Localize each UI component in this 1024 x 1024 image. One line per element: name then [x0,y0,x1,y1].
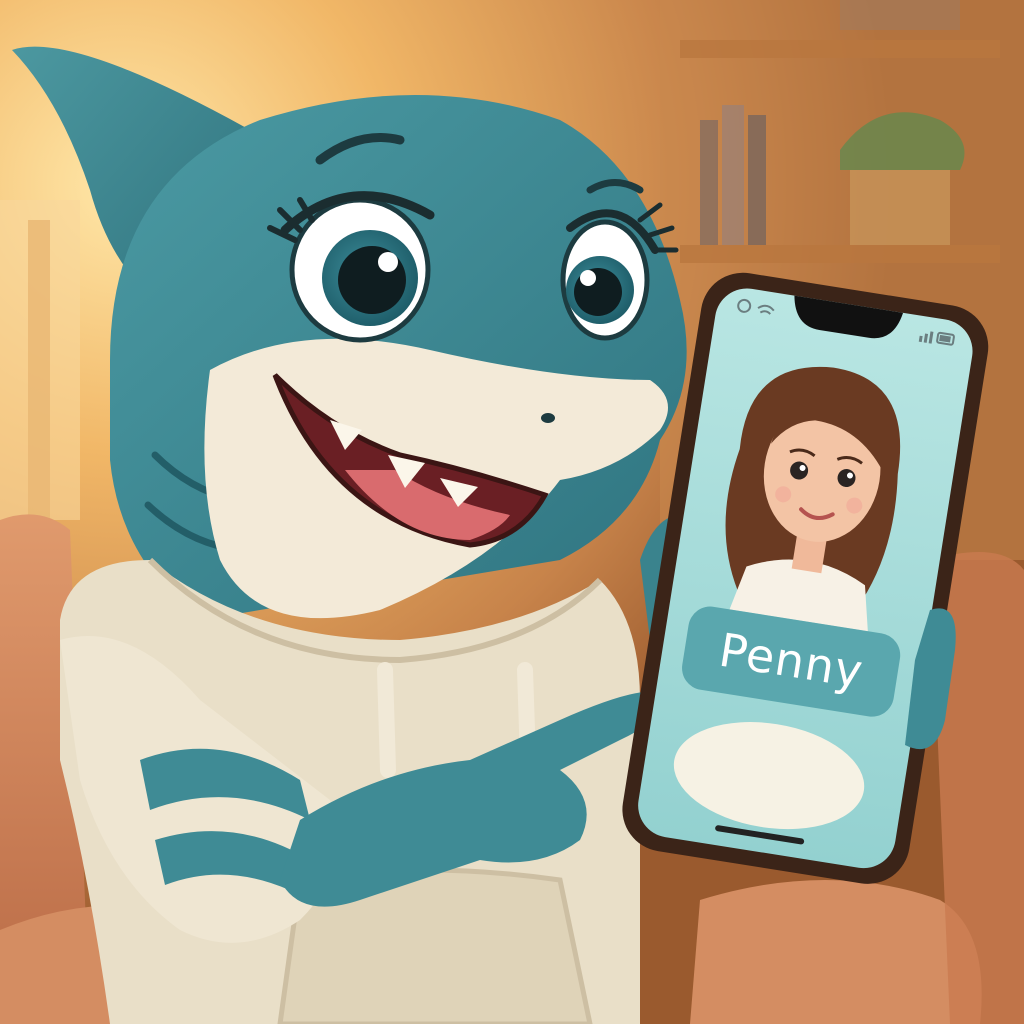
lamp [0,200,80,520]
nose [541,413,555,423]
scene-svg: Penny [0,0,1024,1024]
illustration-scene: Penny [0,0,1024,1024]
